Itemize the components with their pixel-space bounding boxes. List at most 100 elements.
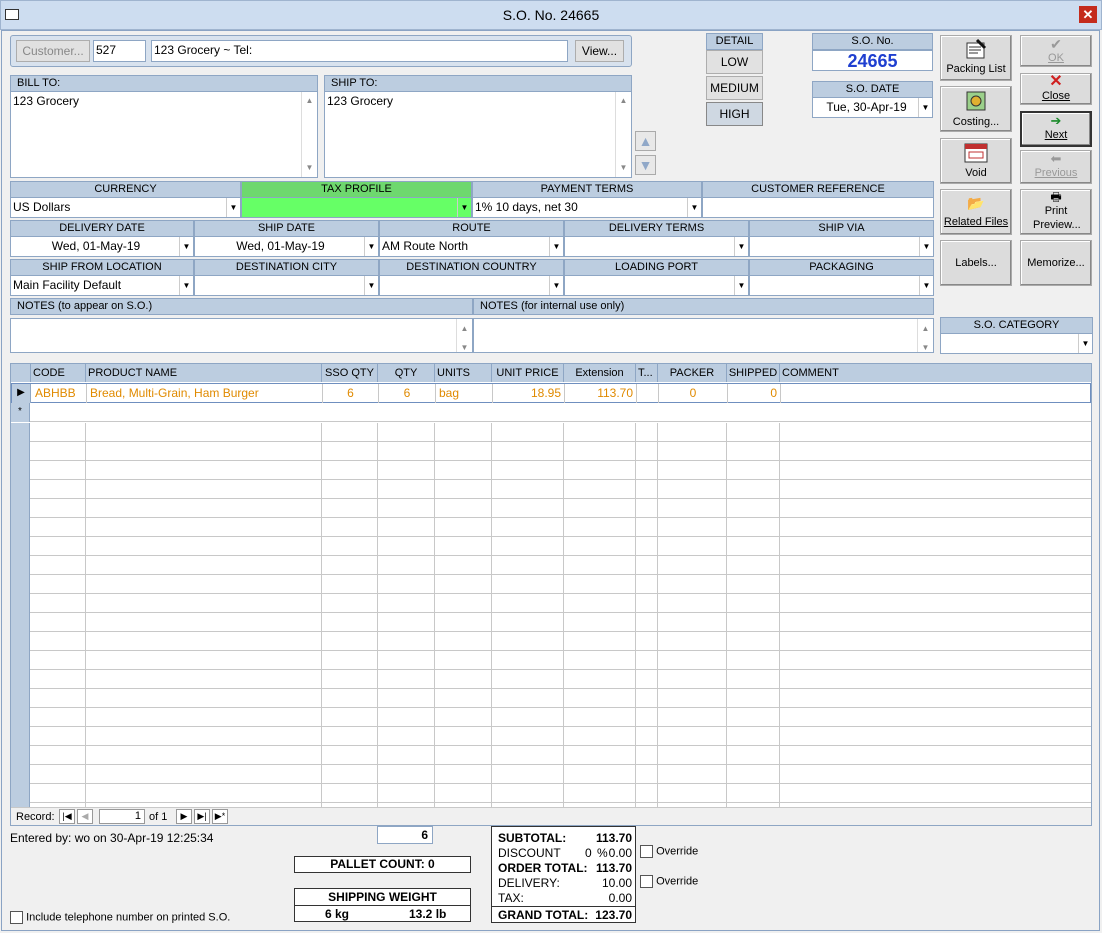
empty-cell[interactable]: [780, 518, 1091, 537]
empty-cell[interactable]: [564, 746, 636, 765]
empty-cell[interactable]: [780, 480, 1091, 499]
empty-cell[interactable]: [636, 442, 658, 461]
close-button[interactable]: ✕ Close: [1020, 73, 1092, 105]
chevron-down-icon[interactable]: ▼: [919, 276, 933, 295]
col-header-shipped[interactable]: SHIPPED: [727, 364, 780, 382]
empty-cell[interactable]: [564, 442, 636, 461]
row-selector[interactable]: [11, 632, 30, 651]
void-button[interactable]: Void: [940, 138, 1012, 184]
empty-cell[interactable]: [658, 613, 727, 632]
empty-cell[interactable]: [378, 651, 435, 670]
empty-cell[interactable]: [636, 423, 658, 442]
empty-cell[interactable]: [636, 575, 658, 594]
chevron-down-icon[interactable]: ▼: [734, 276, 748, 295]
empty-cell[interactable]: [492, 518, 564, 537]
empty-cell[interactable]: [86, 727, 322, 746]
empty-cell[interactable]: [322, 442, 378, 461]
cell-unit-price[interactable]: 18.95: [493, 384, 565, 403]
empty-cell[interactable]: [564, 689, 636, 708]
empty-cell[interactable]: [378, 784, 435, 803]
empty-row[interactable]: [11, 480, 1091, 499]
next-button[interactable]: ➔ Next: [1020, 111, 1092, 147]
cell-t[interactable]: [637, 384, 659, 403]
empty-cell[interactable]: [31, 727, 86, 746]
empty-cell[interactable]: [86, 518, 322, 537]
empty-row[interactable]: [11, 423, 1091, 442]
empty-cell[interactable]: [86, 537, 322, 556]
col-header-qty[interactable]: QTY: [378, 364, 435, 382]
empty-cell[interactable]: [564, 537, 636, 556]
empty-cell[interactable]: [727, 423, 780, 442]
row-selector[interactable]: [11, 442, 30, 461]
empty-cell[interactable]: [780, 537, 1091, 556]
scroll-down-icon[interactable]: ▼: [302, 159, 317, 177]
empty-row[interactable]: [11, 765, 1091, 784]
empty-cell[interactable]: [435, 480, 492, 499]
empty-cell[interactable]: [780, 765, 1091, 784]
empty-cell[interactable]: [727, 784, 780, 803]
empty-row[interactable]: [11, 556, 1091, 575]
empty-row[interactable]: [11, 746, 1091, 765]
delivery-date-field[interactable]: Wed, 01-May-19 ▼: [10, 236, 194, 257]
empty-cell[interactable]: [658, 556, 727, 575]
include-tel-checkbox[interactable]: Include telephone number on printed S.O.: [10, 911, 230, 924]
row-selector[interactable]: [11, 746, 30, 765]
row-selector[interactable]: [11, 575, 30, 594]
empty-row[interactable]: [11, 689, 1091, 708]
empty-cell[interactable]: [492, 461, 564, 480]
table-row[interactable]: ▶ ABHBB Bread, Multi-Grain, Ham Burger 6…: [11, 383, 1091, 403]
empty-cell[interactable]: [322, 537, 378, 556]
col-header-sso-qty[interactable]: SSO QTY: [322, 364, 378, 382]
row-selector[interactable]: [11, 537, 30, 556]
loading-port-select[interactable]: ▼: [564, 275, 749, 296]
empty-cell[interactable]: [727, 670, 780, 689]
empty-row[interactable]: [11, 461, 1091, 480]
empty-cell[interactable]: [658, 442, 727, 461]
row-selector[interactable]: [11, 461, 30, 480]
empty-cell[interactable]: [86, 461, 322, 480]
empty-cell[interactable]: [727, 746, 780, 765]
empty-cell[interactable]: [658, 518, 727, 537]
empty-cell[interactable]: [378, 670, 435, 689]
empty-row[interactable]: [11, 613, 1091, 632]
address-down-button[interactable]: ▼: [635, 155, 656, 175]
empty-cell[interactable]: [636, 499, 658, 518]
empty-cell[interactable]: [378, 765, 435, 784]
empty-cell[interactable]: [636, 784, 658, 803]
empty-cell[interactable]: [322, 632, 378, 651]
empty-cell[interactable]: [86, 670, 322, 689]
empty-cell[interactable]: [322, 461, 378, 480]
last-record-icon[interactable]: ▶|: [194, 809, 210, 824]
chevron-down-icon[interactable]: ▼: [918, 98, 932, 117]
row-selector[interactable]: [11, 613, 30, 632]
row-selector[interactable]: [11, 708, 30, 727]
empty-cell[interactable]: [435, 442, 492, 461]
empty-cell[interactable]: [780, 442, 1091, 461]
empty-cell[interactable]: [435, 765, 492, 784]
empty-cell[interactable]: [31, 461, 86, 480]
empty-cell[interactable]: [780, 632, 1091, 651]
so-category-select[interactable]: ▼: [940, 333, 1093, 354]
empty-cell[interactable]: [322, 518, 378, 537]
empty-cell[interactable]: [31, 670, 86, 689]
empty-cell[interactable]: [727, 689, 780, 708]
empty-cell[interactable]: [435, 594, 492, 613]
checkbox-icon[interactable]: [640, 875, 653, 888]
empty-cell[interactable]: [780, 423, 1091, 442]
cell-qty[interactable]: 6: [379, 384, 436, 403]
chevron-down-icon[interactable]: ▼: [549, 276, 563, 295]
empty-cell[interactable]: [378, 442, 435, 461]
empty-row[interactable]: [11, 784, 1091, 803]
empty-row[interactable]: [11, 727, 1091, 746]
empty-cell[interactable]: [727, 575, 780, 594]
empty-cell[interactable]: [86, 499, 322, 518]
empty-cell[interactable]: [31, 594, 86, 613]
empty-cell[interactable]: [322, 708, 378, 727]
cell-product-name[interactable]: Bread, Multi-Grain, Ham Burger: [87, 384, 323, 403]
empty-cell[interactable]: [378, 613, 435, 632]
empty-cell[interactable]: [727, 594, 780, 613]
empty-cell[interactable]: [378, 708, 435, 727]
empty-cell[interactable]: [322, 727, 378, 746]
empty-cell[interactable]: [435, 784, 492, 803]
empty-cell[interactable]: [658, 423, 727, 442]
